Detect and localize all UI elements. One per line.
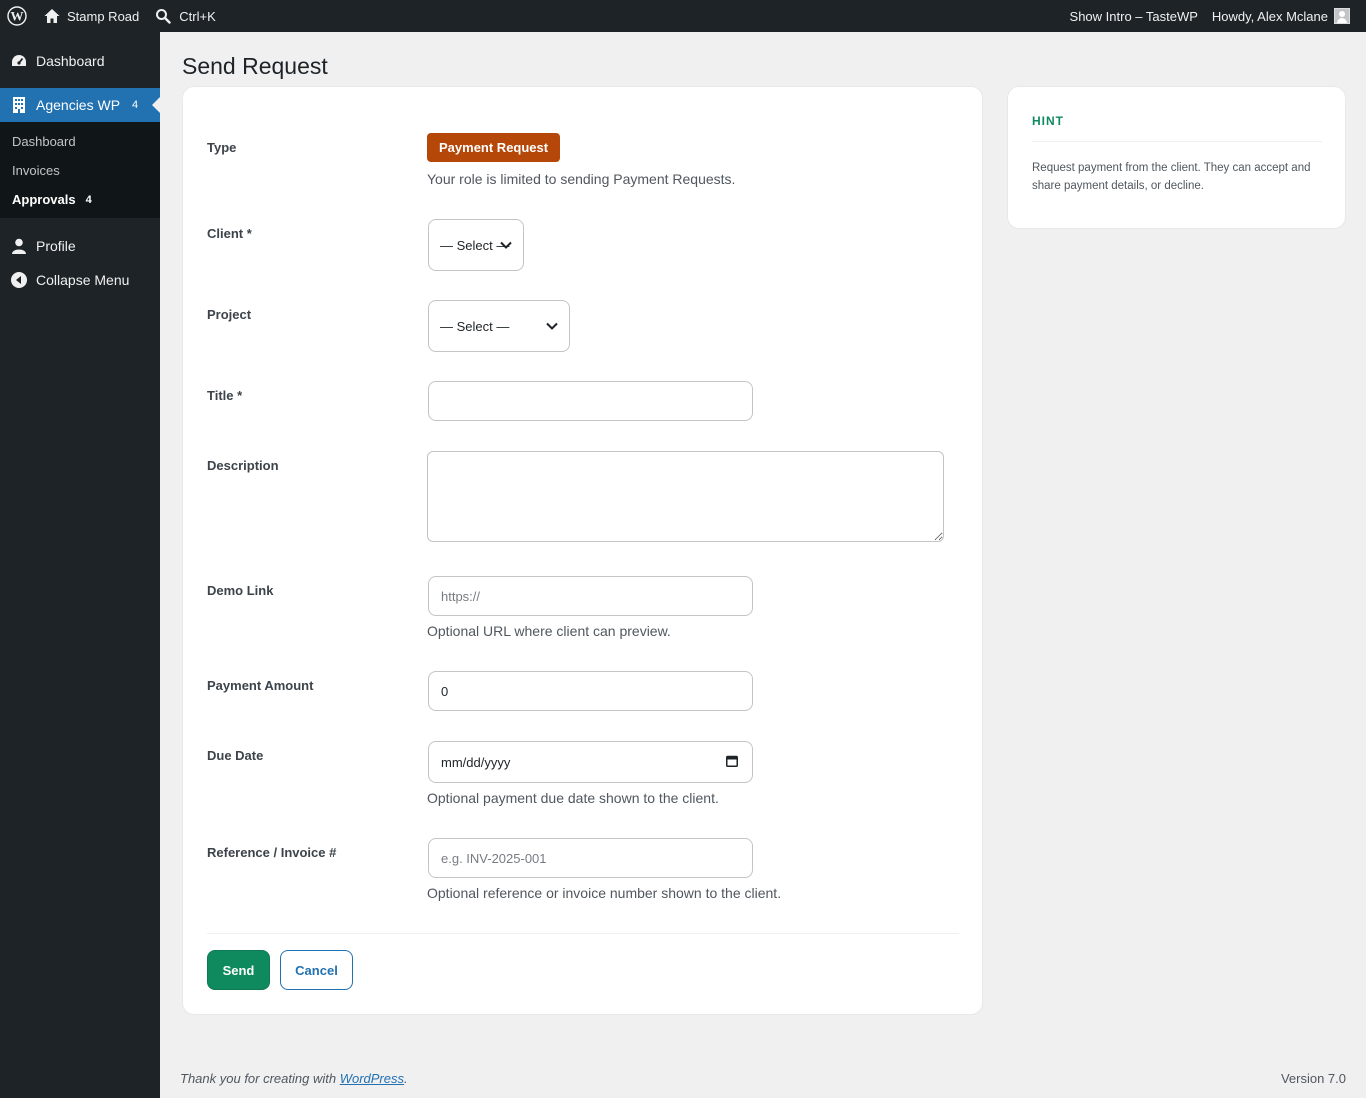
type-help-text: Your role is limited to sending Payment … [427, 171, 736, 187]
howdy-label: Howdy, Alex Mclane [1211, 8, 1328, 24]
svg-text:W: W [11, 9, 24, 24]
reference-label: Reference / Invoice # [207, 845, 337, 860]
title-input[interactable] [428, 381, 753, 421]
payment-amount-label: Payment Amount [207, 678, 314, 693]
payment-request-badge: Payment Request [427, 133, 561, 162]
dashboard-icon [10, 52, 28, 70]
search-shortcut-label: Ctrl+K [179, 8, 216, 24]
site-name-link[interactable]: Stamp Road [36, 0, 146, 32]
footer-thanks: Thank you for creating with WordPress. [180, 1071, 408, 1086]
payment-amount-input[interactable] [428, 671, 753, 711]
submenu-item-label: Dashboard [12, 134, 76, 149]
client-select[interactable]: — Select — [428, 219, 524, 271]
show-intro-label: Show Intro – TasteWP [1069, 8, 1198, 24]
demo-link-label: Demo Link [207, 583, 274, 598]
request-form-card: Type Payment Request Your role is limite… [182, 86, 983, 1015]
description-textarea[interactable] [427, 451, 944, 542]
show-intro-link[interactable]: Show Intro – TasteWP [1063, 0, 1205, 32]
search-icon [156, 9, 171, 24]
wordpress-logo-button[interactable]: W [0, 0, 36, 32]
sidebar-submenu: Dashboard Invoices Approvals 4 [0, 122, 160, 218]
page-title: Send Request [182, 53, 328, 79]
home-icon [44, 9, 60, 23]
due-date-label: Due Date [207, 748, 264, 763]
calendar-icon[interactable] [726, 755, 738, 767]
footer-version: Version 7.0 [1280, 1071, 1346, 1086]
form-divider [207, 933, 959, 934]
hint-title: HINT [1032, 114, 1064, 128]
notification-badge: 4 [132, 99, 139, 111]
project-select-value: — Select — [440, 318, 510, 334]
submenu-item-invoices[interactable]: Invoices [0, 156, 160, 185]
submenu-item-dashboard[interactable]: Dashboard [0, 127, 160, 156]
client-label: Client * [207, 226, 252, 241]
hint-card: HINT Request payment from the client. Th… [1007, 86, 1346, 229]
hint-divider [1032, 141, 1322, 142]
chevron-down-icon [546, 322, 558, 330]
demo-link-input[interactable] [428, 576, 753, 616]
demo-link-help-text: Optional URL where client can preview. [427, 623, 671, 639]
sidebar-item-label: Dashboard [36, 53, 105, 69]
collapse-menu-button[interactable]: Collapse Menu [0, 263, 160, 297]
wordpress-logo-icon: W [7, 6, 27, 26]
send-button[interactable]: Send [207, 950, 270, 990]
due-date-input[interactable]: mm/dd/yyyy [428, 741, 753, 783]
project-label: Project [207, 307, 252, 322]
due-date-help-text: Optional payment due date shown to the c… [427, 790, 719, 806]
building-icon [10, 96, 28, 114]
user-icon [10, 237, 28, 255]
submenu-item-approvals[interactable]: Approvals 4 [0, 185, 160, 214]
account-menu[interactable]: Howdy, Alex Mclane [1205, 0, 1366, 32]
main-content: Send Request Type Payment Request Your r… [160, 32, 1366, 1098]
admin-bar: W Stamp Road Ctrl+K Show Intro – TasteWP… [0, 0, 1366, 32]
reference-input[interactable] [428, 838, 753, 878]
sidebar-item-label: Profile [36, 238, 76, 254]
footer-thanks-suffix: . [404, 1071, 408, 1086]
reference-help-text: Optional reference or invoice number sho… [427, 885, 782, 901]
type-label: Type [207, 140, 237, 155]
sidebar-item-label: Agencies WP [36, 97, 121, 113]
sidebar-item-profile[interactable]: Profile [0, 229, 160, 263]
collapse-icon [10, 271, 28, 289]
chevron-down-icon [500, 241, 512, 249]
project-select[interactable]: — Select — [428, 300, 570, 352]
type-field: Payment Request [427, 133, 561, 162]
sidebar-item-label: Collapse Menu [36, 272, 130, 288]
wordpress-link[interactable]: WordPress [340, 1071, 404, 1086]
site-name-label: Stamp Road [67, 8, 140, 24]
cancel-button[interactable]: Cancel [280, 950, 353, 990]
submenu-item-label: Invoices [12, 163, 60, 178]
submenu-item-label: Approvals [12, 192, 76, 207]
search-shortcut-button[interactable]: Ctrl+K [148, 0, 222, 32]
admin-sidebar: Dashboard Agencies WP 4 Dashboard Invoic… [0, 32, 160, 1098]
due-date-value: mm/dd/yyyy [441, 754, 511, 770]
sidebar-item-agencies-wp[interactable]: Agencies WP 4 [0, 88, 160, 122]
sidebar-item-dashboard[interactable]: Dashboard [0, 44, 160, 78]
title-label: Title * [207, 388, 243, 403]
description-label: Description [207, 458, 279, 473]
avatar [1334, 8, 1350, 24]
hint-text: Request payment from the client. They ca… [1032, 162, 1311, 192]
notification-badge: 4 [85, 193, 92, 206]
footer-thanks-prefix: Thank you for creating with [180, 1071, 340, 1086]
